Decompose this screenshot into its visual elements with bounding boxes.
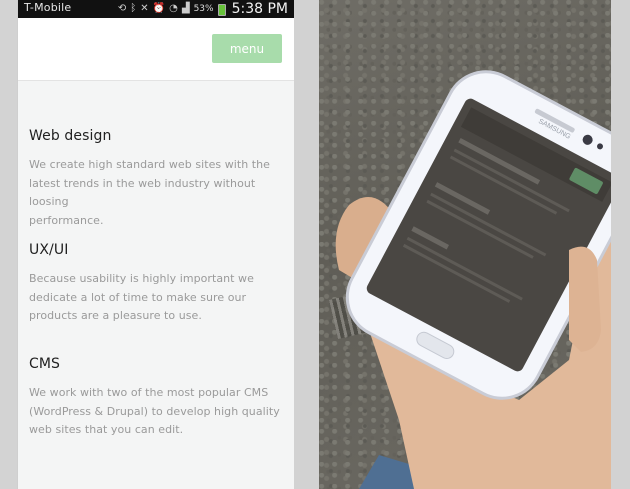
service-web-design: Web design We create high standard web s…: [29, 128, 285, 230]
signal-icon: ▟: [181, 3, 190, 14]
text-line: performance.: [29, 213, 104, 227]
wifi-icon: ◔: [169, 3, 178, 14]
text-line: We create high standard web sites with t…: [29, 158, 271, 171]
section-title: Web design: [29, 128, 112, 144]
text-line: latest trends in the web industry withou…: [29, 176, 256, 209]
text-line: dedicate a lot of time to make sure our: [29, 290, 247, 304]
alarm-icon: ⏰: [152, 3, 166, 14]
hand-fingers: [569, 246, 601, 352]
section-text: We work with two of the most popular CMS…: [29, 384, 285, 440]
text-line: We work with two of the most popular CMS: [29, 386, 269, 399]
battery-percent: 53%: [193, 4, 214, 14]
text-line: Because usability is highly important we: [29, 272, 254, 285]
status-bar: T-Mobile ⟲ ᛒ ✕ ⏰ ◔ ▟ 53% 5:38 PM: [18, 0, 294, 18]
text-line: (WordPress & Drupal) to develop high qua…: [29, 404, 280, 418]
section-text: Because usability is highly important we…: [29, 270, 285, 326]
bluetooth-icon: ᛒ: [130, 3, 137, 14]
status-clock: 5:38 PM: [231, 1, 288, 17]
gutter: [611, 0, 630, 489]
status-icons: ⟲ ᛒ ✕ ⏰ ◔ ▟ 53% 5:38 PM: [118, 0, 288, 18]
hand-holding-phone-photo: SAMSUNG: [319, 0, 611, 489]
carrier-label: T-Mobile: [24, 1, 72, 14]
menu-button[interactable]: menu: [212, 34, 282, 63]
battery-icon: [217, 4, 226, 16]
section-text: We create high standard web sites with t…: [29, 156, 285, 230]
text-line: web sites that you can edit.: [29, 423, 184, 436]
gutter: [294, 0, 319, 489]
section-title: UX/UI: [29, 242, 69, 258]
service-cms: CMS We work with two of the most popular…: [29, 356, 285, 440]
section-title: CMS: [29, 356, 61, 372]
service-ux-ui: UX/UI Because usability is highly import…: [29, 242, 285, 326]
nfc-icon: ⟲: [117, 3, 127, 14]
phone-screenshot: T-Mobile ⟲ ᛒ ✕ ⏰ ◔ ▟ 53% 5:38 PM menu We…: [18, 0, 294, 489]
screenshot-composite: T-Mobile ⟲ ᛒ ✕ ⏰ ◔ ▟ 53% 5:38 PM menu We…: [0, 0, 630, 489]
text-line: products are a pleasure to use.: [29, 309, 202, 322]
site-header: menu: [18, 18, 294, 81]
phone-in-hand-illustration: SAMSUNG: [335, 70, 611, 489]
mute-icon: ✕: [140, 3, 149, 14]
